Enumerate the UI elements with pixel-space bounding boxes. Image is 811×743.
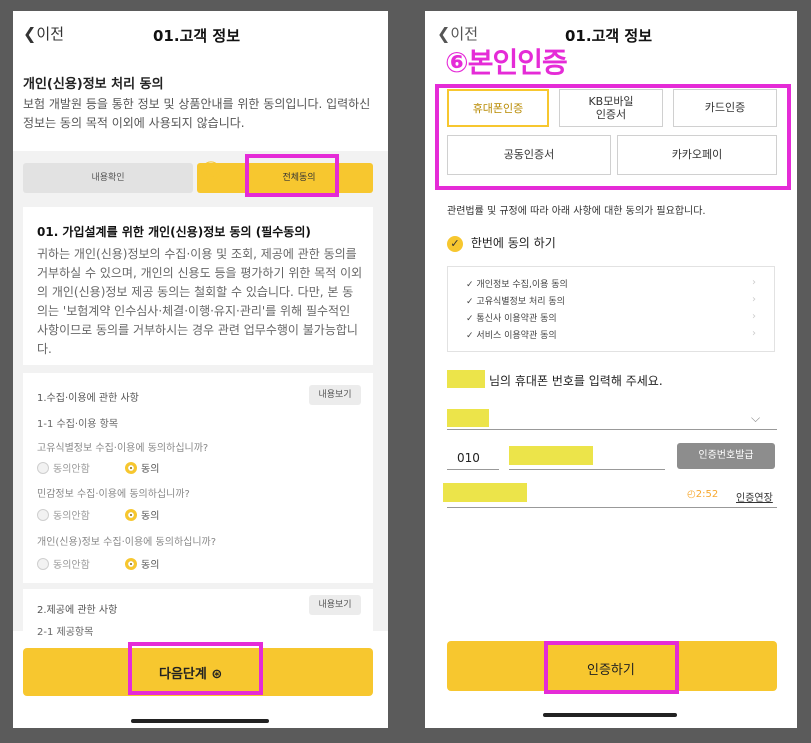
view-provide-button[interactable]: 내용보기 — [309, 595, 361, 615]
home-indicator — [543, 713, 677, 717]
chevron-right-icon[interactable]: › — [752, 277, 756, 288]
question-sensitive: 민감정보 수집·이용에 동의하십니까? — [37, 489, 190, 500]
code-input[interactable] — [447, 507, 777, 508]
agree-item[interactable]: ✓ 통신사 이용약관 동의 — [466, 311, 557, 324]
section-heading: 개인(신용)정보 처리 동의 — [23, 77, 164, 92]
radio-personal-yes[interactable]: 동의 — [125, 553, 159, 572]
tab-kb-mobile-cert[interactable]: KB모바일 인증서 — [559, 89, 663, 127]
back-button[interactable]: ❮이전 — [23, 23, 64, 44]
radio-sensitive-no[interactable]: 동의안함 — [37, 504, 90, 523]
chevron-right-icon[interactable]: › — [752, 328, 756, 339]
view-collect-button[interactable]: 내용보기 — [309, 385, 361, 405]
masked-name — [447, 370, 485, 388]
agree-all-text: 한번에 동의 하기 — [470, 236, 556, 250]
tab-content-check[interactable]: 내용확인 — [23, 163, 193, 193]
phone-prompt: 님의 휴대폰 번호를 입력해 주세요. — [489, 374, 663, 388]
highlight-agree-all — [245, 154, 339, 197]
masked-code — [443, 483, 527, 502]
check-icon: ✓ — [466, 314, 474, 324]
timer-icon: ◴ — [687, 489, 696, 500]
collect-section-title: 1.수집·이용에 관한 사항 — [37, 393, 139, 404]
agree-item[interactable]: ✓ 개인정보 수집,이용 동의 — [466, 277, 568, 290]
check-icon: ✓ — [466, 331, 474, 341]
chevron-left-icon: ❮ — [23, 24, 37, 43]
agreement-list: ✓ 개인정보 수집,이용 동의 › ✓ 고유식별정보 처리 동의 › ✓ 통신사… — [447, 266, 775, 352]
page-title: 01.고객 정보 — [153, 27, 240, 45]
provide-section-title: 2.제공에 관한 사항 — [37, 605, 118, 616]
phone-prefix-select[interactable]: 010 — [447, 451, 499, 470]
chevron-right-icon[interactable]: › — [752, 311, 756, 322]
collect-sub: 1-1 수집·이용 항목 — [37, 419, 119, 430]
law-notice: 관련법률 및 규정에 따라 아래 사항에 대한 동의가 필요합니다. — [447, 206, 706, 217]
page-title-2: 01.고객 정보 — [565, 27, 652, 45]
consent-title: 01. 가입설계를 위한 개인(신용)정보 동의 (필수동의) — [37, 225, 311, 239]
check-icon: ✓ — [466, 297, 474, 307]
consent-body: 귀하는 개인(신용)정보의 수집·이용 및 조회, 제공에 관한 동의를 거부하… — [37, 247, 363, 356]
agree-item[interactable]: ✓ 고유식별정보 처리 동의 — [466, 294, 565, 307]
step-marker: ⑤ — [200, 157, 223, 187]
tab-phone-auth[interactable]: 휴대폰인증 — [447, 89, 549, 127]
question-unique-id: 고유식별정보 수집·이용에 동의하십니까? — [37, 443, 209, 454]
timer: ◴2:52 — [687, 489, 719, 500]
provide-sub: 2-1 제공항목 — [37, 627, 94, 638]
home-indicator — [131, 719, 269, 723]
chevron-right-icon[interactable]: › — [752, 294, 756, 305]
masked-phone — [509, 446, 593, 465]
chevron-down-icon[interactable]: ⌵ — [751, 411, 760, 426]
highlight-next-step — [128, 642, 263, 695]
agree-all-checkbox[interactable]: ✓ 한번에 동의 하기 — [447, 234, 556, 252]
provide-card: 2.제공에 관한 사항 내용보기 2-1 제공항목 — [23, 589, 373, 639]
radio-sensitive-yes[interactable]: 동의 — [125, 504, 159, 523]
collect-card: 1.수집·이용에 관한 사항 내용보기 1-1 수집·이용 항목 고유식별정보 … — [23, 373, 373, 583]
tab-card-auth[interactable]: 카드인증 — [673, 89, 777, 127]
tab-kakaopay[interactable]: 카카오페이 — [617, 135, 777, 175]
radio-unique-id-yes[interactable]: 동의 — [125, 457, 159, 476]
tab-joint-cert[interactable]: 공동인증서 — [447, 135, 611, 175]
section-description: 보험 개발원 등을 통한 정보 및 상품안내를 위한 동의입니다. 입력하신 정… — [23, 97, 371, 130]
consent-screen: ❮이전 01.고객 정보 개인(신용)정보 처리 동의 보험 개발원 등을 통한… — [13, 11, 388, 728]
check-circle-icon: ✓ — [447, 236, 463, 252]
highlight-verify — [544, 641, 679, 694]
step-label-auth: ⑥본인인증 — [445, 46, 568, 79]
consent-card: 01. 가입설계를 위한 개인(신용)정보 동의 (필수동의) 귀하는 개인(신… — [23, 207, 373, 365]
carrier-select[interactable] — [447, 429, 777, 430]
back-label: 이전 — [36, 25, 65, 43]
extend-button[interactable]: 인증연장 — [736, 489, 773, 504]
auth-screen: ❮이전 01.고객 정보 ⑥본인인증 휴대폰인증 KB모바일 인증서 카드인증 … — [425, 11, 797, 728]
radio-personal-no[interactable]: 동의안함 — [37, 553, 90, 572]
agree-item[interactable]: ✓ 서비스 이용약관 동의 — [466, 328, 557, 341]
check-icon: ✓ — [466, 280, 474, 290]
question-personal: 개인(신용)정보 수집·이용에 동의하십니까? — [37, 537, 217, 548]
radio-unique-id-no[interactable]: 동의안함 — [37, 457, 90, 476]
masked-carrier — [447, 409, 489, 427]
issue-code-button[interactable]: 인증번호발급 — [677, 443, 775, 469]
